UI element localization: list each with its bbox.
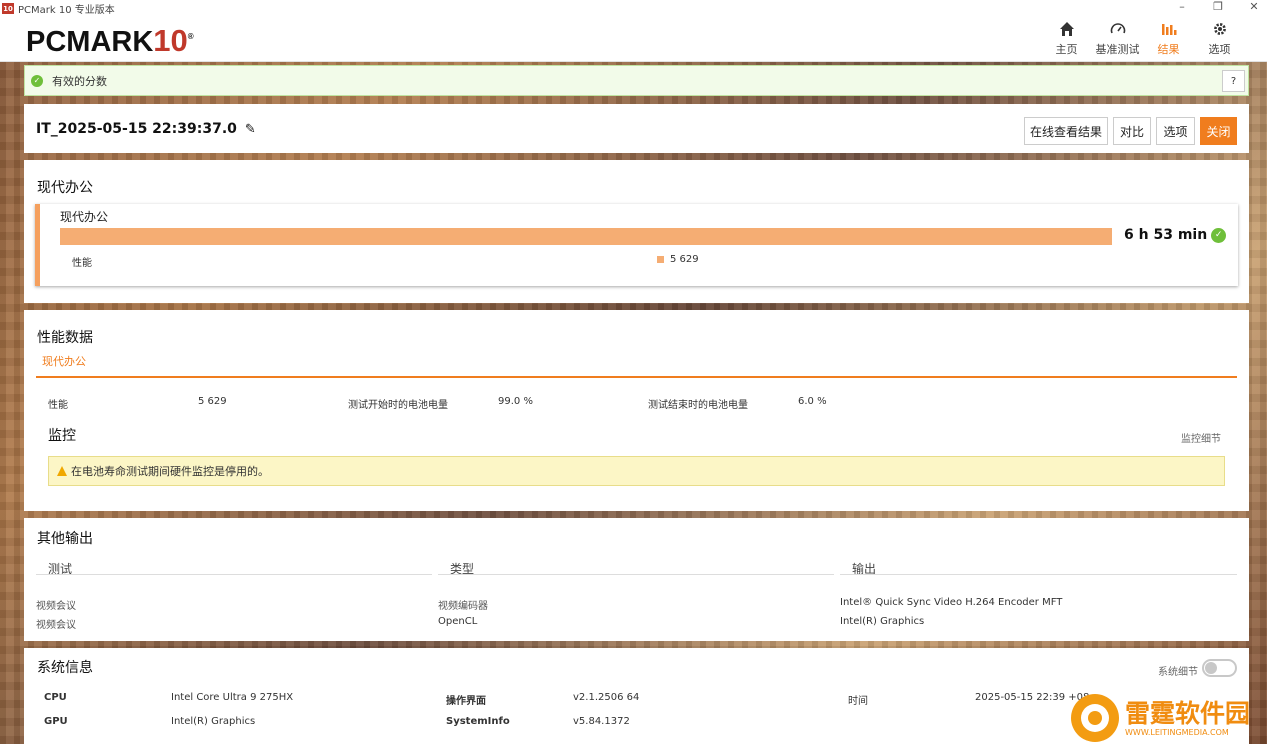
bar-chart-icon — [1161, 21, 1177, 41]
score-box-title: 现代办公 — [60, 210, 109, 224]
monitor-warning: 在电池寿命测试期间硬件监控是停用的。 — [48, 456, 1225, 486]
gear-icon — [1212, 21, 1228, 41]
system-details-label: 系统细节 — [1158, 667, 1198, 678]
battery-start-label: 测试开始时的电池电量 — [348, 400, 448, 411]
close-result-button[interactable]: 关闭 — [1200, 117, 1237, 145]
result-header-panel: IT_2025-05-15 22:39:37.0 ✎ 在线查看结果 对比 选项 关… — [24, 104, 1249, 153]
check-circle-icon: ✓ — [31, 74, 43, 87]
window-controls: – ❐ ✕ — [1175, 0, 1261, 13]
app-header: PCMARK10® 主页 基准测试 结果 选项 — [0, 17, 1267, 62]
perf-label: 性能 — [72, 258, 92, 269]
performance-data-section: 性能数据 现代办公 性能 5 629 测试开始时的电池电量 99.0 % 测试结… — [24, 310, 1249, 511]
other-output-title: 其他输出 — [37, 531, 93, 547]
watermark-en: WWW.LEITINGMEDIA.COM — [1125, 727, 1229, 737]
sysinfo-value: Intel(R) Graphics — [171, 716, 256, 727]
battery-end-value: 6.0 % — [798, 396, 827, 407]
minimize-icon[interactable]: – — [1175, 0, 1189, 13]
sysinfo-label: 时间 — [848, 696, 868, 707]
gauge-icon — [1110, 21, 1126, 41]
performance-data-title: 性能数据 — [37, 330, 93, 346]
sysinfo-label: SystemInfo — [446, 716, 510, 727]
valid-score-banner: ✓ 有效的分数 ? — [24, 65, 1249, 96]
close-icon[interactable]: ✕ — [1247, 0, 1261, 13]
perf-item-label: 性能 — [48, 400, 68, 411]
battery-end-label: 测试结束时的电池电量 — [648, 400, 748, 411]
monitor-title: 监控 — [48, 428, 76, 444]
edit-pencil-icon[interactable]: ✎ — [245, 122, 256, 137]
sysinfo-label: CPU — [44, 692, 67, 703]
pcmark-logo: PCMARK10® — [26, 23, 194, 59]
system-info-title: 系统信息 — [37, 660, 93, 676]
watermark-logo-icon — [1071, 694, 1119, 742]
window-title-bar: 10 PCMark 10 专业版本 – ❐ ✕ — [0, 0, 1267, 17]
nav-options[interactable]: 选项 — [1194, 21, 1245, 57]
restore-icon[interactable]: ❐ — [1211, 0, 1225, 13]
legend-square-icon — [657, 256, 664, 263]
app-icon: 10 — [2, 3, 14, 14]
home-icon — [1059, 21, 1075, 41]
nav-results[interactable]: 结果 — [1143, 21, 1194, 57]
sysinfo-value: Intel Core Ultra 9 275HX — [171, 692, 294, 703]
result-title: IT_2025-05-15 22:39:37.0 ✎ — [36, 121, 256, 137]
score-section-title: 现代办公 — [37, 180, 93, 196]
nav-benchmarks[interactable]: 基准测试 — [1092, 21, 1143, 57]
sysinfo-label: GPU — [44, 716, 68, 727]
monitor-details-link[interactable]: 监控细节 — [1181, 430, 1221, 445]
other-output-section: 其他输出 测试 类型 输出 视频会议 视频编码器 Intel® Quick Sy… — [24, 518, 1249, 641]
toggle-knob — [1205, 662, 1217, 674]
sysinfo-value: v5.84.1372 — [573, 716, 630, 727]
compare-button[interactable]: 对比 — [1113, 117, 1151, 145]
window-title: PCMark 10 专业版本 — [18, 5, 115, 16]
sysinfo-value: v2.1.2506 64 — [573, 692, 640, 703]
col-divider — [840, 574, 1237, 575]
watermark-cn: 雷霆软件园 — [1125, 698, 1251, 728]
col-divider — [36, 574, 432, 575]
check-circle-icon: ✓ — [1211, 227, 1227, 243]
system-details-toggle[interactable] — [1202, 659, 1237, 677]
col-divider — [438, 574, 834, 575]
score-section: 现代办公 现代办公 6 h 53 min ✓ 性能 5 629 — [24, 160, 1249, 303]
help-button[interactable]: ? — [1222, 70, 1245, 92]
nav-home[interactable]: 主页 — [1041, 21, 1092, 57]
sysinfo-label: 操作界面 — [446, 696, 486, 707]
perf-value: 5 629 — [657, 254, 699, 265]
tab-modern-office[interactable]: 现代办公 — [42, 353, 86, 369]
tab-underline — [36, 376, 1237, 378]
warning-icon — [57, 466, 67, 476]
valid-score-label: 有效的分数 — [52, 74, 107, 88]
score-box: 现代办公 6 h 53 min ✓ 性能 5 629 — [35, 204, 1238, 286]
score-bar — [60, 228, 1112, 245]
main-nav: 主页 基准测试 结果 选项 — [1041, 21, 1245, 57]
view-online-button[interactable]: 在线查看结果 — [1024, 117, 1108, 145]
watermark: 雷霆软件园 WWW.LEITINGMEDIA.COM — [1071, 692, 1267, 744]
perf-item-value: 5 629 — [198, 396, 227, 407]
system-info-section: 系统信息 系统细节 CPU Intel Core Ultra 9 275HX 操… — [24, 648, 1249, 744]
options-button[interactable]: 选项 — [1156, 117, 1195, 145]
battery-life-result: 6 h 53 min ✓ — [1124, 227, 1227, 243]
battery-start-value: 99.0 % — [498, 396, 533, 407]
